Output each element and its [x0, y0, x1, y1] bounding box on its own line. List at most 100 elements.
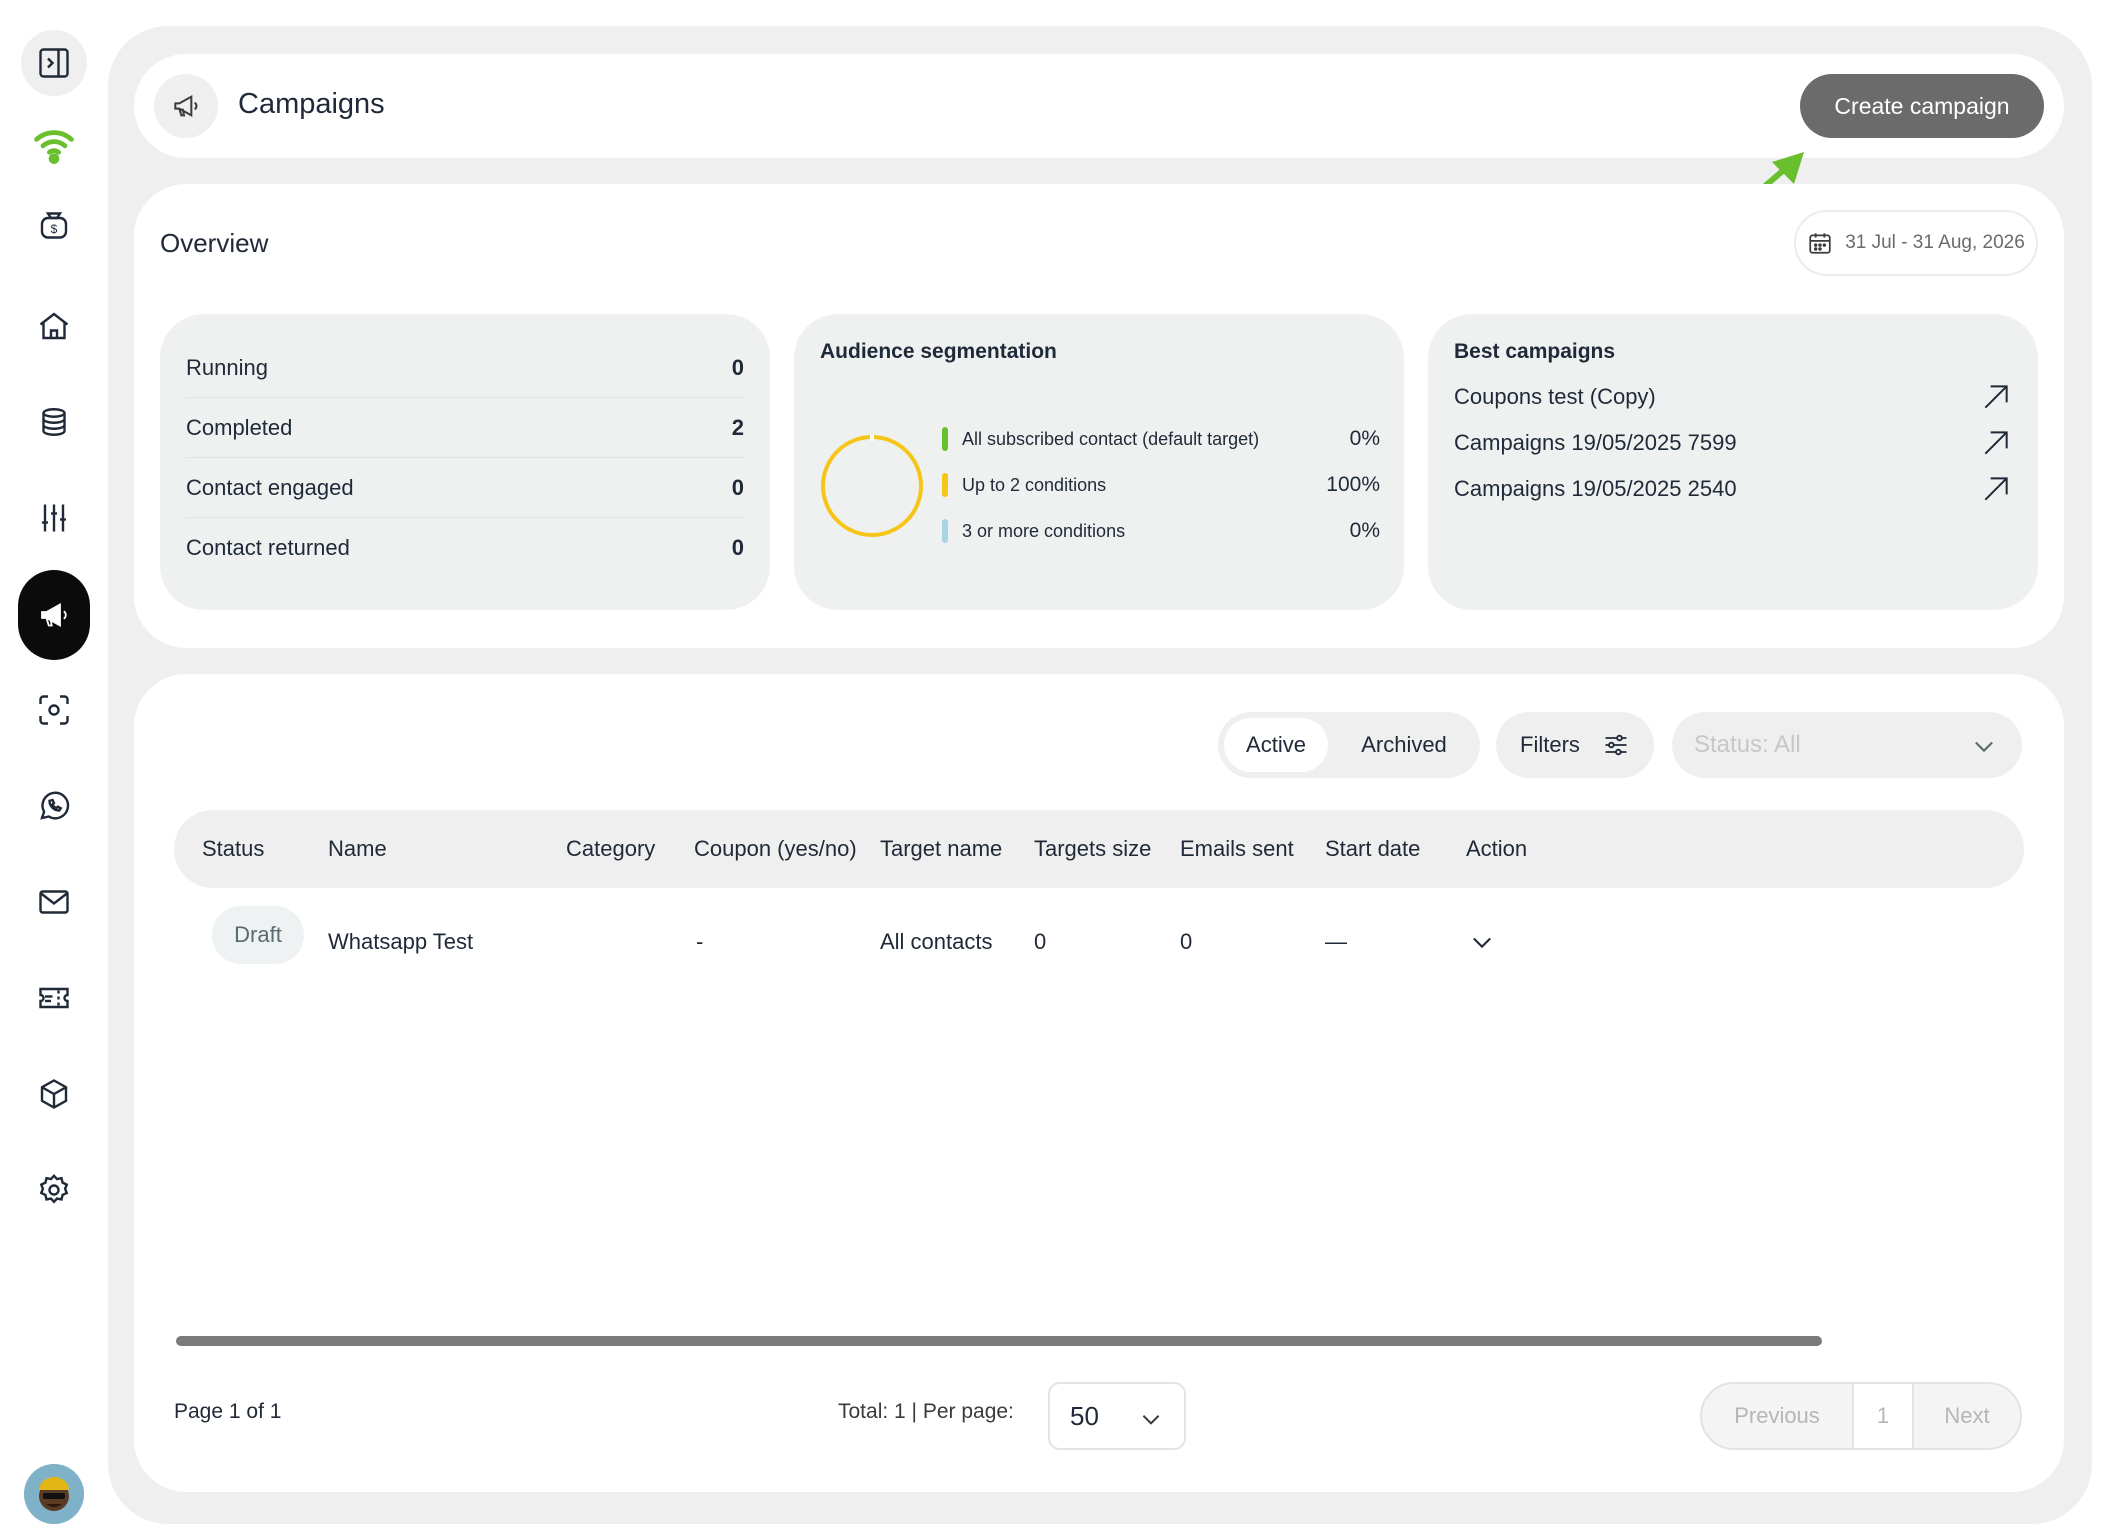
status-select[interactable]: Status: All [1672, 712, 2022, 778]
arrow-up-right-icon[interactable] [1980, 427, 2012, 459]
ticket-icon[interactable] [18, 962, 90, 1034]
megaphone-icon[interactable] [18, 570, 90, 660]
cell-coupon: - [696, 929, 704, 954]
sliders-icon[interactable] [18, 482, 90, 554]
tab-archived[interactable]: Archived [1334, 718, 1474, 772]
settings-icon[interactable] [18, 1154, 90, 1226]
best-campaign-label: Coupons test (Copy) [1454, 384, 1656, 409]
campaigns-table-panel: Active Archived Filters Status: All Stat… [134, 674, 2064, 1492]
sidebar: $ [0, 0, 108, 1540]
svg-text:$: $ [51, 222, 58, 236]
stats-card: Running 0 Completed 2 Contact engaged 0 … [160, 314, 770, 610]
column-header[interactable]: Action [1466, 810, 1527, 888]
table-header: Status Name Category Coupon (yes/no) Tar… [174, 810, 2024, 888]
stat-contact-returned: Contact returned 0 [186, 518, 744, 578]
segment-color-bar [942, 473, 948, 497]
previous-button[interactable]: Previous [1702, 1384, 1852, 1448]
audience-donut-chart [821, 435, 923, 537]
stat-label: Contact returned [186, 535, 350, 560]
stat-label: Running [186, 354, 268, 380]
whatsapp-icon[interactable] [18, 770, 90, 842]
segment-row: 3 or more conditions 0% [942, 514, 1380, 548]
home-icon[interactable] [18, 290, 90, 362]
filters-label: Filters [1520, 732, 1580, 757]
pagination-control: Previous 1 Next [1700, 1382, 2022, 1450]
chevron-down-icon [1975, 741, 1993, 753]
create-campaign-button[interactable]: Create campaign [1800, 74, 2044, 138]
segment-label: 3 or more conditions [962, 520, 1126, 541]
status-select-value: Status: All [1694, 731, 1801, 758]
segment-color-bar [942, 519, 948, 543]
total-per-page-label: Total: 1 | Per page: [838, 1400, 1014, 1423]
audience-title: Audience segmentation [820, 340, 1057, 363]
mail-icon[interactable] [18, 866, 90, 938]
column-header[interactable]: Start date [1325, 810, 1420, 888]
best-campaign-label: Campaigns 19/05/2025 2540 [1454, 476, 1737, 501]
best-campaign-item[interactable]: Coupons test (Copy) [1454, 374, 2012, 420]
segment-label: Up to 2 conditions [962, 474, 1107, 495]
cell-target-name: All contacts [880, 929, 993, 954]
cell-name[interactable]: Whatsapp Test [328, 912, 473, 972]
cell-targets-size: 0 [1034, 929, 1047, 954]
stat-value: 0 [731, 535, 744, 560]
segment-row: All subscribed contact (default target) … [942, 422, 1380, 456]
database-icon[interactable] [18, 386, 90, 458]
column-header[interactable]: Category [566, 810, 655, 888]
calendar-icon [1809, 233, 1831, 254]
column-header[interactable]: Targets size [1034, 810, 1151, 888]
filters-button[interactable]: Filters [1496, 712, 1654, 778]
panel-toggle-icon[interactable] [21, 30, 87, 96]
segment-label: All subscribed contact (default target) [962, 428, 1260, 449]
filter-sliders-icon [1605, 734, 1627, 756]
segment-value: 0% [1349, 519, 1380, 542]
active-archived-toggle: Active Archived [1218, 712, 1480, 778]
column-header[interactable]: Coupon (yes/no) [694, 810, 857, 888]
stat-label: Contact engaged [186, 474, 354, 500]
cell-start-date: — [1325, 929, 1347, 954]
page-header: Campaigns Create campaign [134, 54, 2064, 158]
arrow-up-right-icon[interactable] [1980, 381, 2012, 413]
segment-value: 0% [1349, 427, 1380, 450]
face-scan-icon[interactable] [18, 674, 90, 746]
stat-contact-engaged: Contact engaged 0 [186, 458, 744, 518]
arrow-up-right-icon[interactable] [1980, 473, 2012, 505]
tab-active[interactable]: Active [1224, 718, 1328, 772]
date-range-label: 31 Jul - 31 Aug, 2026 [1845, 232, 2025, 253]
stat-label: Completed [186, 414, 293, 440]
best-campaigns-title: Best campaigns [1454, 340, 1616, 363]
stat-value: 0 [731, 474, 744, 500]
next-button[interactable]: Next [1914, 1384, 2020, 1448]
date-range-picker[interactable]: 31 Jul - 31 Aug, 2026 [1794, 210, 2038, 276]
best-campaign-label: Campaigns 19/05/2025 7599 [1454, 430, 1737, 455]
wifi-logo-icon[interactable] [18, 108, 90, 180]
horizontal-scrollbar[interactable] [176, 1336, 1822, 1346]
row-action-chevron[interactable] [1468, 912, 1496, 972]
best-campaign-item[interactable]: Campaigns 19/05/2025 7599 [1454, 420, 2012, 466]
segment-row: Up to 2 conditions 100% [942, 468, 1380, 502]
per-page-select[interactable]: 50 [1048, 1382, 1186, 1450]
column-header[interactable]: Status [202, 810, 264, 888]
avatar[interactable] [24, 1464, 84, 1524]
page-number-button[interactable]: 1 [1852, 1384, 1914, 1448]
page-title: Campaigns [238, 88, 385, 120]
best-campaigns-card: Best campaigns Coupons test (Copy) Campa… [1428, 314, 2038, 610]
overview-panel: Overview 31 Jul - 31 Aug, 2026 Running 0… [134, 184, 2064, 648]
cell-emails-sent: 0 [1180, 929, 1193, 954]
column-header[interactable]: Target name [880, 810, 1002, 888]
segment-value: 100% [1326, 473, 1380, 496]
best-campaign-item[interactable]: Campaigns 19/05/2025 2540 [1454, 466, 2012, 512]
segment-color-bar [942, 427, 948, 451]
column-header[interactable]: Name [328, 810, 387, 888]
chevron-down-icon [1142, 1415, 1160, 1425]
column-header[interactable]: Emails sent [1180, 810, 1294, 888]
overview-title: Overview [160, 228, 269, 258]
stat-value: 0 [731, 354, 744, 380]
status-badge: Draft [212, 906, 304, 964]
money-bag-icon[interactable]: $ [18, 188, 90, 260]
megaphone-icon [154, 74, 218, 138]
stat-value: 2 [731, 414, 744, 440]
chevron-down-icon[interactable] [1468, 928, 1496, 956]
cube-icon[interactable] [18, 1058, 90, 1130]
page-indicator: Page 1 of 1 [174, 1400, 282, 1423]
audience-card: Audience segmentation All subscribed con… [794, 314, 1404, 610]
